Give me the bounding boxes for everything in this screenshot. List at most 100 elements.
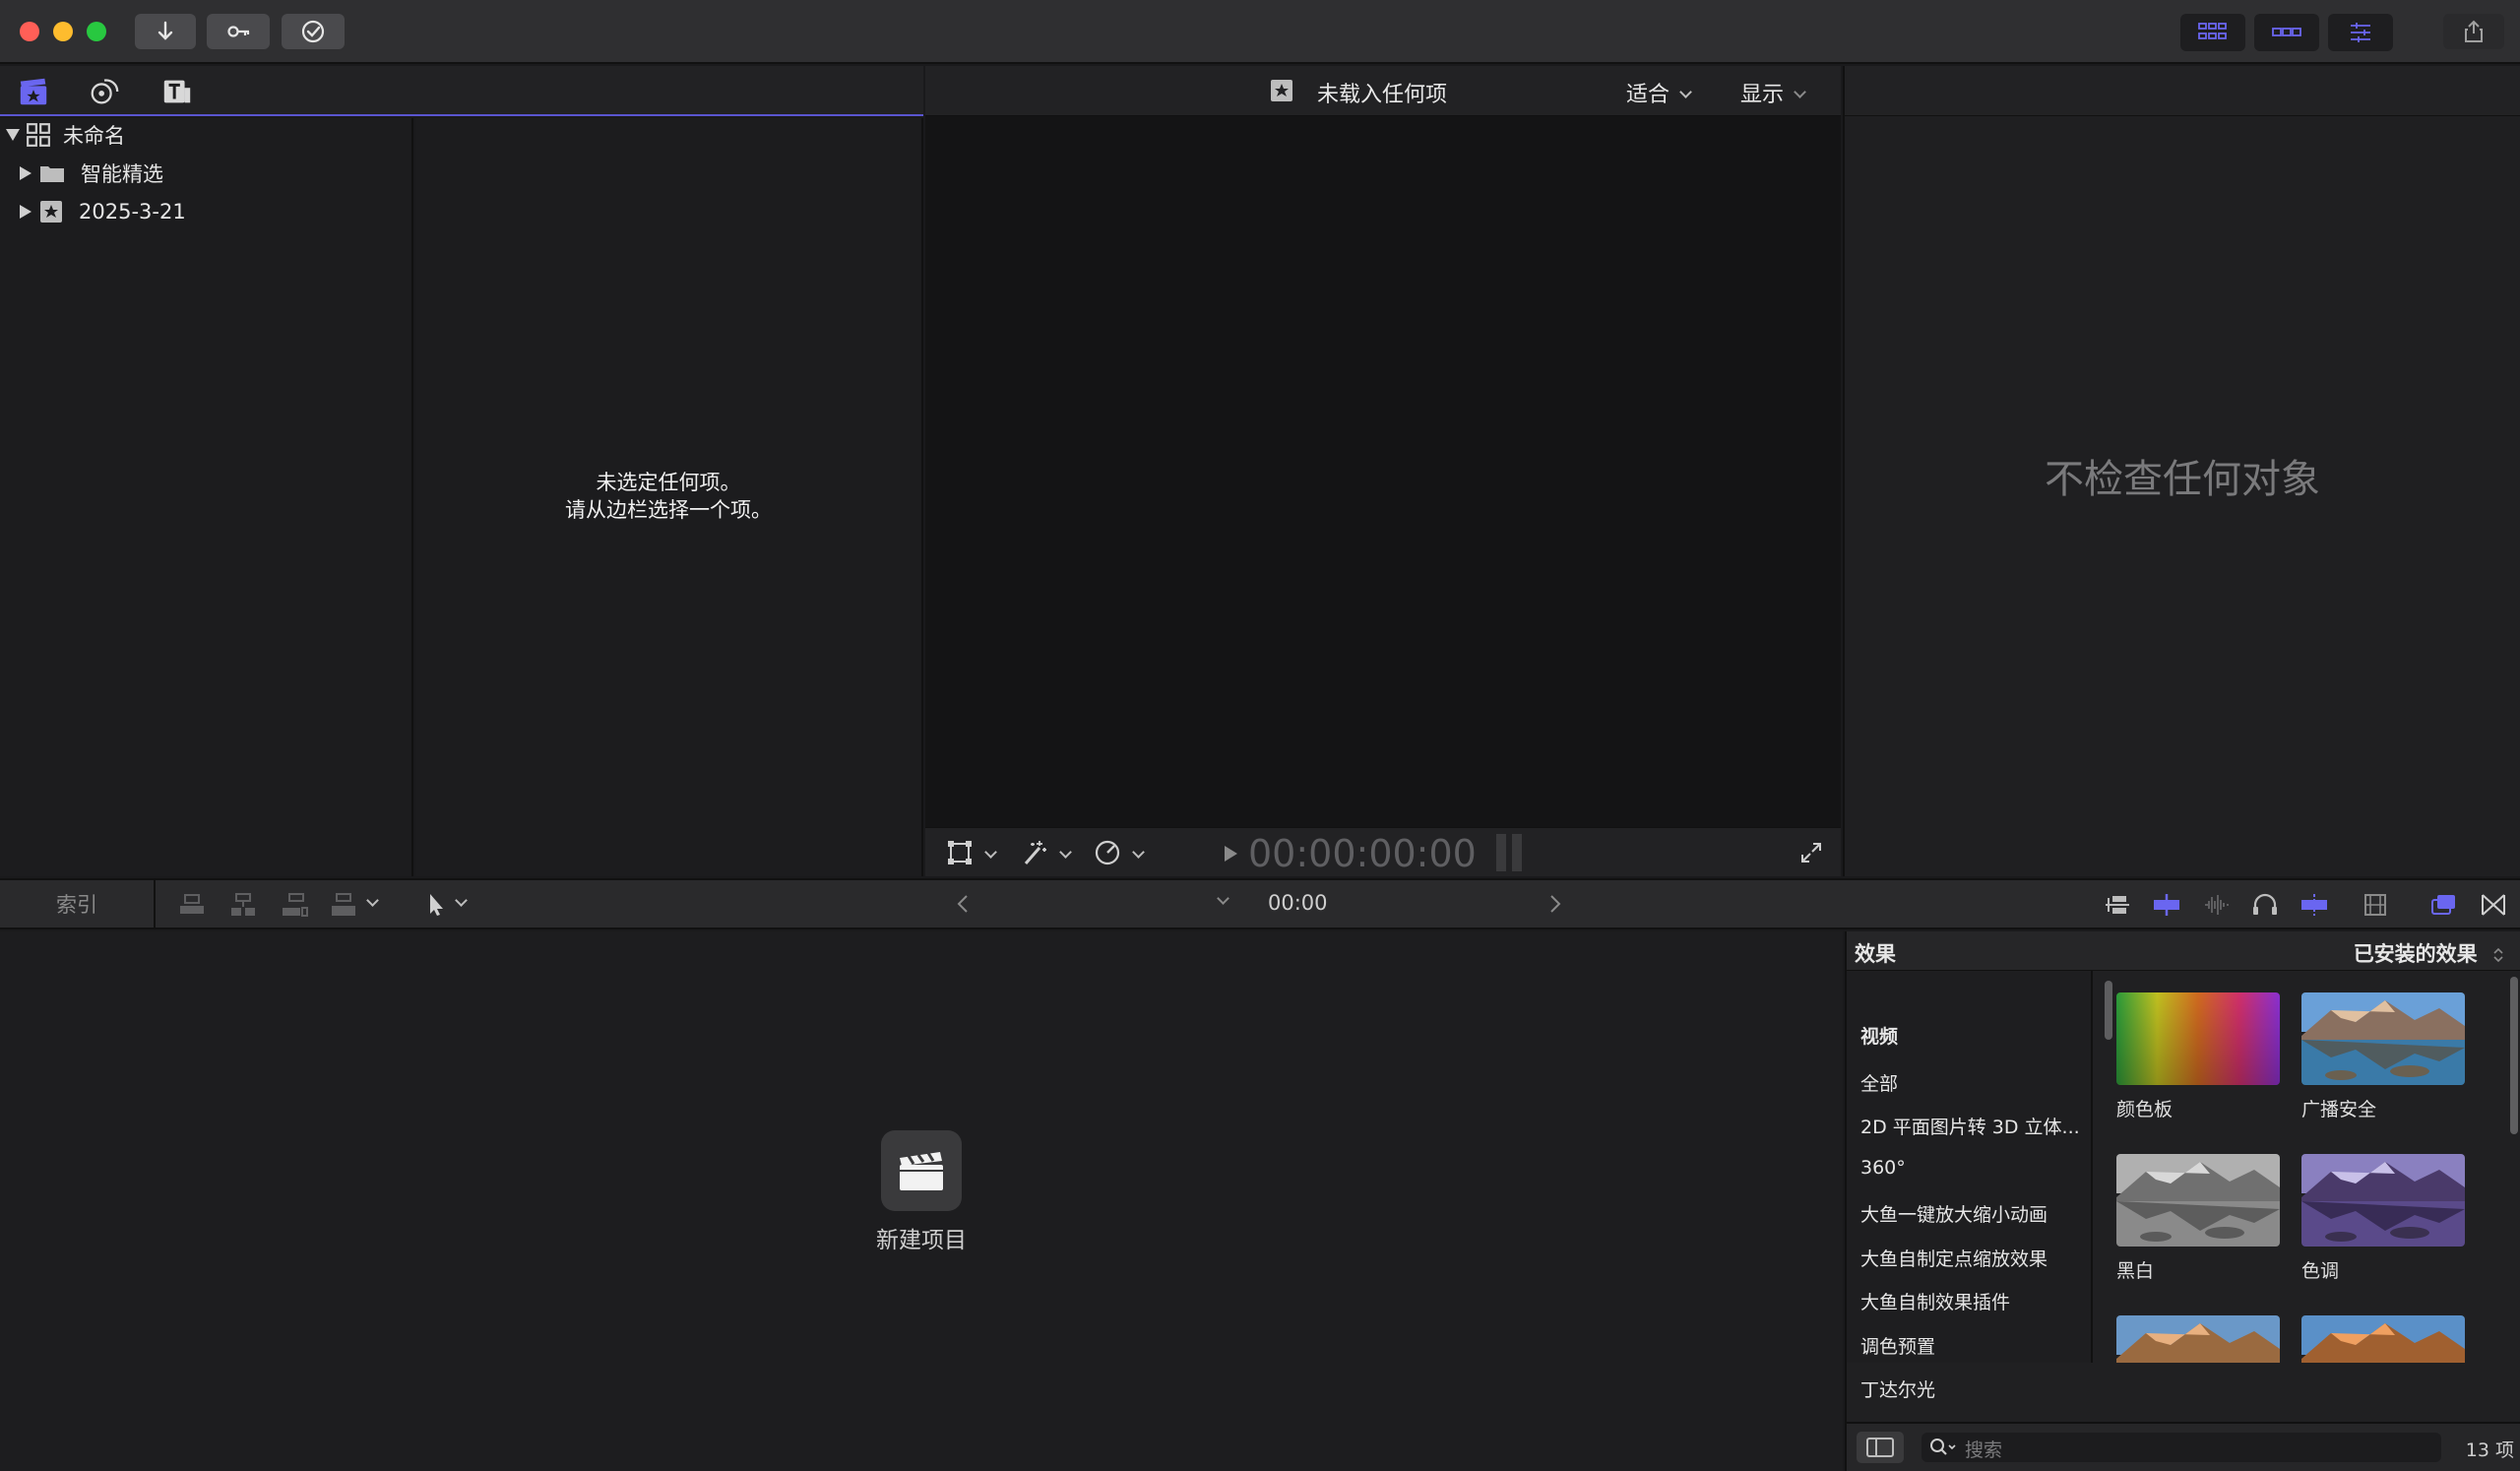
- effects-title: 效果: [1855, 942, 1896, 966]
- sidebar-item-event[interactable]: 2025-3-21: [20, 194, 186, 229]
- effects-search-field[interactable]: 搜索: [1922, 1433, 2441, 1462]
- libraries-tab[interactable]: [16, 74, 51, 109]
- effects-category-item[interactable]: 调色预置: [1860, 1332, 1935, 1359]
- installed-effects-label: 已安装的效果: [2353, 942, 2478, 966]
- share-button[interactable]: [2443, 14, 2504, 49]
- folder-icon: [40, 166, 64, 182]
- timeline-toolbar: 索引 00:00: [0, 878, 2520, 929]
- keyword-icon: [227, 26, 250, 37]
- zoom-waveform-icon: [2154, 894, 2179, 916]
- chevron-down-icon: [1794, 86, 1806, 98]
- disclosure-triangle-icon[interactable]: [20, 205, 32, 219]
- index-button[interactable]: 索引: [0, 880, 156, 927]
- search-icon: [1930, 1439, 1956, 1455]
- effects-category-item[interactable]: 丁达尔光: [1860, 1375, 1935, 1402]
- viewer-header: 未载入任何项 适合 显示: [925, 66, 1841, 116]
- import-button[interactable]: [135, 14, 196, 49]
- import-icon: [158, 21, 173, 40]
- keyword-button[interactable]: [207, 14, 270, 49]
- retime-speed-icon[interactable]: [1093, 838, 1122, 867]
- chevron-down-icon[interactable]: [455, 894, 468, 907]
- view-options-menu[interactable]: 显示: [1740, 77, 1806, 108]
- minimize-button[interactable]: [53, 22, 73, 41]
- disclosure-triangle-icon[interactable]: [6, 129, 20, 141]
- transform-icon[interactable]: [945, 838, 975, 867]
- effect-thumbnail: [2301, 1315, 2465, 1363]
- chevron-down-icon[interactable]: [1132, 846, 1145, 859]
- viewer-canvas[interactable]: [925, 116, 1841, 827]
- disclosure-triangle-icon[interactable]: [20, 166, 32, 180]
- sidebar-item-label: 智能精选: [81, 162, 163, 186]
- enhance-magic-wand-icon[interactable]: [1020, 838, 1049, 867]
- insert-clip-button[interactable]: [228, 892, 258, 918]
- effect-label: 广播安全: [2301, 1099, 2377, 1120]
- audio-skimming-button[interactable]: [2201, 892, 2231, 918]
- transitions-browser-button[interactable]: [2479, 892, 2508, 918]
- play-icon[interactable]: [1221, 844, 1240, 863]
- maximize-button[interactable]: [87, 22, 106, 41]
- effects-category-list: 视频 全部 2D 平面图片转 3D 立体... 360° 大鱼一键放大缩小动画 …: [1847, 971, 2112, 1401]
- library-root-row[interactable]: 未命名: [6, 117, 125, 153]
- effect-item[interactable]: [2301, 1315, 2465, 1363]
- sidebar-item-smart-collections[interactable]: 智能精选: [20, 156, 163, 191]
- select-tool-button[interactable]: [421, 892, 451, 918]
- chevron-left-icon[interactable]: [955, 894, 971, 914]
- titles-generators-tab[interactable]: [159, 74, 195, 109]
- effect-item[interactable]: [2116, 1315, 2280, 1363]
- effect-item[interactable]: 色调: [2301, 1154, 2465, 1283]
- snapping-button[interactable]: [2300, 892, 2329, 918]
- clip-appearance-icon: [2106, 896, 2129, 914]
- libraries-icon: [20, 78, 47, 105]
- effects-category-item[interactable]: 大鱼自制效果插件: [1860, 1288, 2010, 1314]
- connect-clip-button[interactable]: [177, 892, 207, 918]
- chevron-down-icon[interactable]: [1059, 846, 1072, 859]
- close-button[interactable]: [20, 22, 39, 41]
- effects-grid-scrollbar[interactable]: [2510, 977, 2518, 1134]
- append-clip-button[interactable]: [280, 892, 309, 918]
- chevron-right-icon[interactable]: [1547, 894, 1563, 914]
- audio-meter-mini[interactable]: [1496, 834, 1506, 871]
- effects-category-item[interactable]: 2D 平面图片转 3D 立体...: [1860, 1113, 2080, 1139]
- event-star-icon: [40, 201, 62, 223]
- effects-category-item[interactable]: 大鱼一键放大缩小动画: [1860, 1200, 2048, 1227]
- effects-count: 13 项: [2465, 1439, 2514, 1461]
- browser-toggle-button[interactable]: [2180, 14, 2245, 51]
- inspector-toggle-button[interactable]: [2328, 14, 2393, 51]
- zoom-waveform-button[interactable]: [2152, 892, 2181, 918]
- zoom-fit-menu[interactable]: 适合: [1626, 77, 1692, 108]
- clip-filmstrip-button[interactable]: [2361, 892, 2390, 918]
- background-tasks-button[interactable]: [282, 14, 345, 49]
- effects-category-item[interactable]: 360°: [1860, 1157, 1906, 1179]
- effect-item[interactable]: 黑白: [2116, 1154, 2280, 1283]
- index-label: 索引: [56, 893, 97, 917]
- chevron-down-icon[interactable]: [1217, 892, 1229, 905]
- chevron-down-icon[interactable]: [366, 894, 379, 907]
- effects-sidebar-toggle-button[interactable]: [1857, 1432, 1904, 1463]
- effects-category-item[interactable]: 全部: [1860, 1069, 1898, 1096]
- timeline-toggle-button[interactable]: [2254, 14, 2319, 51]
- filmstrip-icon: [2364, 894, 2386, 916]
- overwrite-clip-button[interactable]: [329, 892, 358, 918]
- installed-effects-menu[interactable]: 已安装的效果: [2354, 938, 2504, 968]
- new-project-button[interactable]: 新建项目: [866, 1130, 976, 1254]
- fullscreen-icon[interactable]: [1799, 841, 1823, 864]
- effects-footer: 搜索 13 项: [1847, 1422, 2520, 1471]
- photos-audio-tab[interactable]: [87, 74, 122, 109]
- solo-button[interactable]: [2250, 892, 2280, 918]
- view-options-label: 显示: [1740, 83, 1785, 107]
- search-placeholder: 搜索: [1965, 1439, 2003, 1461]
- effects-category-header: 视频: [1860, 1026, 1899, 1048]
- library-name: 未命名: [63, 124, 125, 148]
- effects-header: 效果 已安装的效果: [1847, 931, 2520, 971]
- effects-grid: 颜色板 广播安全 黑白 色调: [2095, 971, 2520, 1363]
- clip-appearance-button[interactable]: [2103, 892, 2132, 918]
- chevron-down-icon[interactable]: [984, 846, 997, 859]
- effects-browser-icon: [2431, 895, 2455, 915]
- effect-item[interactable]: 颜色板: [2116, 992, 2280, 1121]
- effect-item[interactable]: 广播安全: [2301, 992, 2465, 1121]
- effects-browser-button[interactable]: [2429, 892, 2459, 918]
- library-tab-bar: [0, 66, 923, 116]
- transitions-icon: [2482, 894, 2505, 916]
- timeline-timecode: 00:00: [1268, 891, 1328, 915]
- effects-category-item[interactable]: 大鱼自制定点缩放效果: [1860, 1245, 2048, 1271]
